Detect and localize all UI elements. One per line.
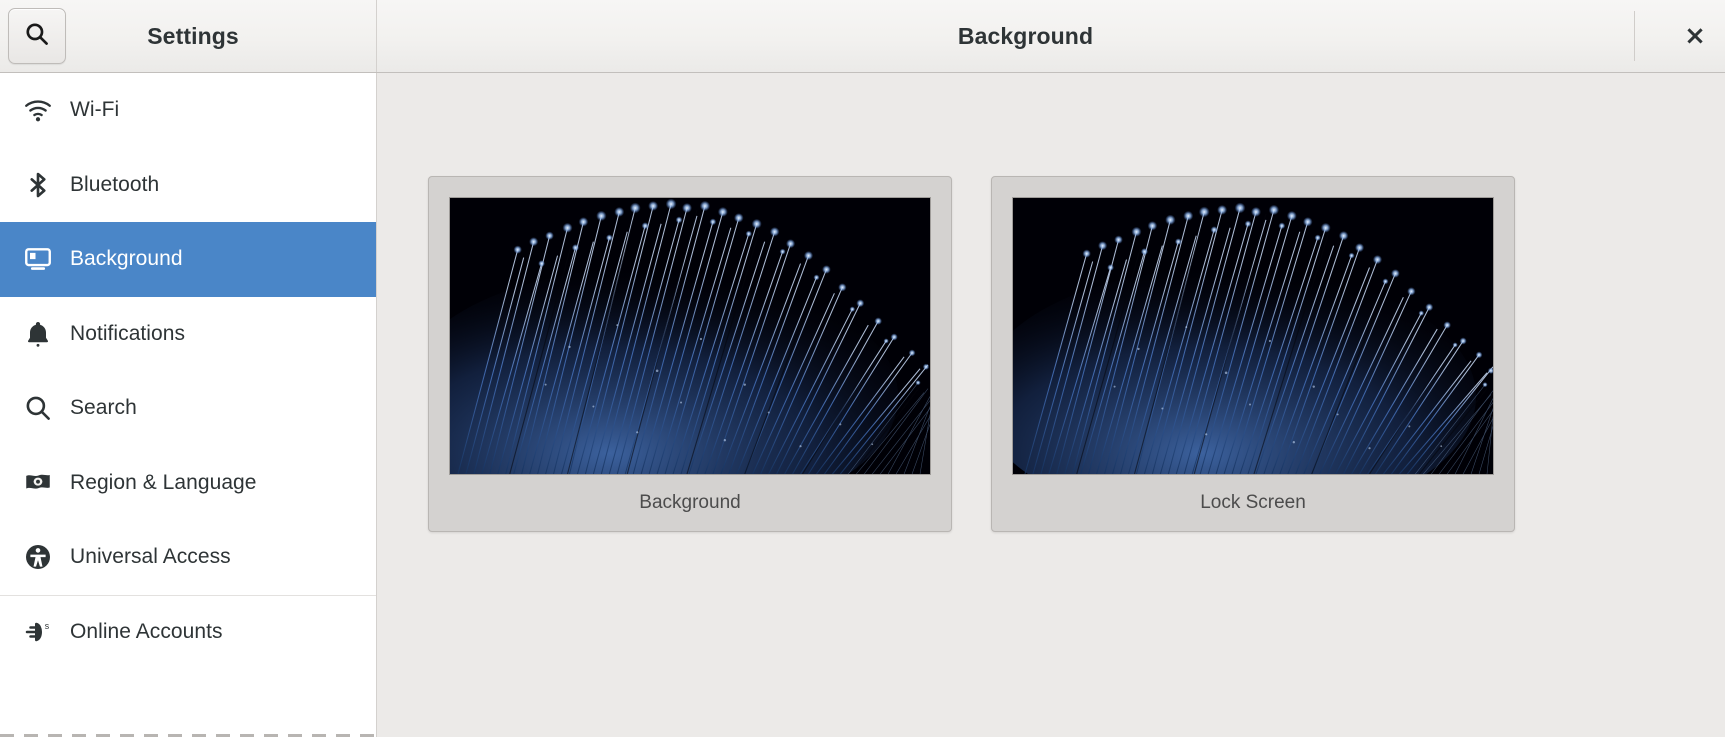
close-icon: × — [1684, 21, 1706, 51]
background-card[interactable]: Background — [428, 176, 952, 532]
content-area: Background Lock Screen — [377, 73, 1725, 737]
sidebar-item-label: Background — [70, 247, 183, 271]
wallpaper-card-list: Background Lock Screen — [428, 176, 1515, 532]
sidebar: Wi-Fi Bluetooth Background Notifications… — [0, 73, 377, 737]
sidebar-item-label: Universal Access — [70, 545, 231, 569]
wifi-icon — [18, 90, 58, 130]
flag-icon — [18, 463, 58, 503]
header-left-pane: Settings — [0, 0, 377, 72]
sidebar-item-notifications[interactable]: Notifications — [0, 297, 376, 372]
sidebar-item-label: Notifications — [70, 321, 186, 345]
page-title: Background — [957, 22, 1094, 49]
wallpaper-fibers — [1013, 202, 1493, 474]
wallpaper-fibers — [450, 198, 930, 474]
sidebar-item-label: Online Accounts — [70, 619, 223, 643]
sidebar-item-label: Region & Language — [70, 470, 257, 494]
online-accounts-icon: s — [18, 612, 58, 652]
close-button[interactable]: × — [1665, 0, 1725, 73]
sidebar-item-wifi[interactable]: Wi-Fi — [0, 73, 376, 148]
sidebar-item-universal-access[interactable]: Universal Access — [0, 520, 376, 595]
window-body: Wi-Fi Bluetooth Background Notifications… — [0, 73, 1725, 737]
settings-title: Settings — [147, 22, 239, 49]
lock-screen-thumbnail[interactable] — [1012, 197, 1494, 475]
sidebar-item-online-accounts[interactable]: s Online Accounts — [0, 594, 376, 670]
svg-text:s: s — [45, 621, 50, 631]
settings-window: Settings Background × Wi-Fi Bluetooth Ba… — [0, 0, 1725, 737]
header-bar: Settings Background × — [0, 0, 1725, 73]
sidebar-item-region-language[interactable]: Region & Language — [0, 446, 376, 521]
accessibility-icon — [18, 537, 58, 577]
lock-screen-card[interactable]: Lock Screen — [991, 176, 1515, 532]
card-label: Background — [639, 492, 741, 513]
monitor-icon — [18, 239, 58, 279]
background-thumbnail[interactable] — [449, 197, 931, 475]
header-divider — [1634, 11, 1635, 61]
sidebar-item-label: Bluetooth — [70, 172, 160, 196]
sidebar-item-search[interactable]: Search — [0, 371, 376, 446]
sidebar-item-label: Search — [70, 396, 137, 420]
magnifier-icon — [18, 388, 58, 428]
header-right-pane: Background × — [377, 0, 1725, 72]
bell-icon — [18, 314, 58, 354]
sidebar-item-background[interactable]: Background — [0, 222, 376, 297]
sidebar-item-label: Wi-Fi — [70, 98, 120, 122]
search-icon — [23, 20, 51, 53]
bluetooth-icon — [18, 165, 58, 205]
card-label: Lock Screen — [1200, 492, 1306, 513]
search-button[interactable] — [8, 8, 66, 64]
sidebar-item-bluetooth[interactable]: Bluetooth — [0, 148, 376, 223]
